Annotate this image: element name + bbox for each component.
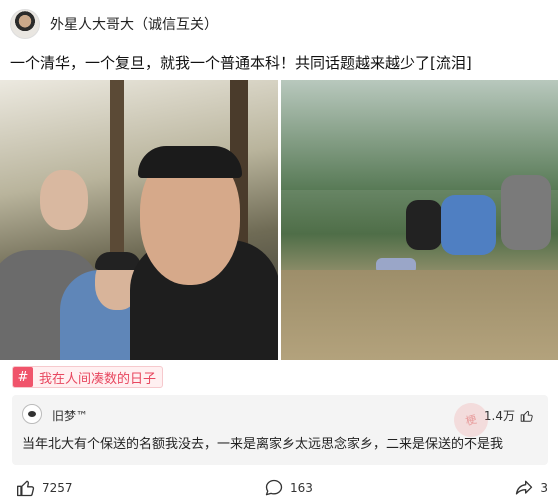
photo-grid [0, 80, 558, 360]
comment-like-button[interactable]: 1.4万 [484, 407, 534, 424]
post-text: 一个清华，一个复旦，就我一个普通本科！共同话题越来越少了[流泪] [10, 54, 472, 72]
photo-2-person [441, 195, 496, 255]
share-button[interactable]: 3 [514, 478, 548, 498]
thumbs-up-icon [520, 410, 533, 422]
share-count: 3 [540, 481, 548, 495]
commenter-avatar[interactable] [22, 404, 42, 424]
photo-1[interactable] [0, 80, 278, 360]
top-comment[interactable]: 旧梦™ 1.4万 当年北大有个保送的名额我没去，一来是离家乡太远思念家乡，二来是… [12, 395, 548, 465]
action-bar: 7257 163 3 [0, 478, 558, 500]
topic-tag[interactable]: # 我在人间凑数的日子 [12, 366, 164, 388]
comment-like-count: 1.4万 [483, 409, 515, 423]
username[interactable]: 外星人大哥大（诚信互关） [50, 14, 218, 34]
speech-bubble-icon [265, 479, 283, 496]
photo-1-person [138, 146, 242, 178]
photo-1-person [40, 170, 88, 230]
photo-1-tree [110, 80, 124, 280]
photo-2[interactable] [281, 80, 558, 360]
commenter-name[interactable]: 旧梦™ [52, 407, 88, 424]
thumbs-up-icon [17, 480, 35, 497]
photo-2-person [501, 175, 551, 250]
post-header: 外星人大哥大（诚信互关） [10, 8, 218, 40]
photo-2-foliage [281, 80, 558, 190]
like-button[interactable]: 7257 [16, 478, 73, 498]
user-avatar[interactable] [10, 9, 40, 39]
photo-2-person [406, 200, 442, 250]
comment-button[interactable]: 163 [264, 478, 313, 498]
comment-text: 当年北大有个保送的名额我没去，一来是离家乡太远思念家乡，二来是保送的不是我 [22, 437, 504, 452]
like-count: 7257 [42, 481, 73, 495]
photo-2-grass [281, 270, 558, 360]
comment-count: 163 [290, 481, 313, 495]
share-arrow-icon [516, 480, 533, 495]
hashtag-icon: # [13, 367, 33, 387]
topic-label: 我在人间凑数的日子 [39, 371, 157, 387]
